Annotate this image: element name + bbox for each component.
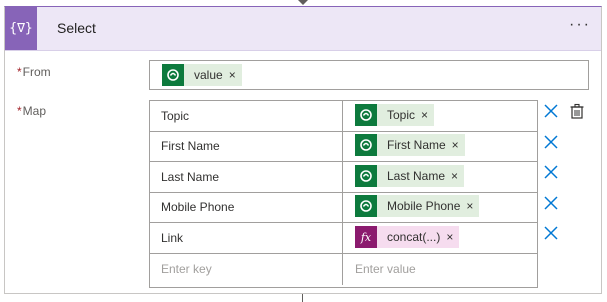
- map-value-field[interactable]: Topic ×: [343, 101, 537, 131]
- map-label: *Map: [17, 104, 46, 118]
- token-label: Last Name: [387, 169, 446, 183]
- from-input[interactable]: value ×: [149, 60, 589, 90]
- remove-token-icon[interactable]: ×: [466, 199, 473, 213]
- dataverse-icon: [355, 195, 377, 217]
- token-label: Topic: [387, 108, 416, 122]
- delete-row-icon[interactable]: [543, 134, 559, 150]
- map-row: Topic Topic ×: [150, 101, 537, 132]
- delete-row-icon[interactable]: [543, 164, 559, 180]
- remove-token-icon[interactable]: ×: [421, 108, 428, 122]
- more-options-icon[interactable]: ···: [569, 16, 591, 34]
- map-value-field[interactable]: Last Name ×: [343, 162, 537, 192]
- connector-line-bottom: [302, 294, 303, 302]
- dataverse-icon: [355, 165, 377, 187]
- map-key-field[interactable]: Topic: [150, 101, 343, 131]
- expression-token[interactable]: fx concat(...) ×: [355, 226, 460, 248]
- connector-arrow-top: [298, 0, 308, 5]
- value-token[interactable]: First Name ×: [355, 134, 465, 156]
- delete-row-icon[interactable]: [543, 195, 559, 211]
- value-token[interactable]: Last Name ×: [355, 165, 465, 187]
- remove-token-icon[interactable]: ×: [446, 230, 453, 244]
- map-value-field[interactable]: fx concat(...) ×: [343, 223, 537, 253]
- required-marker: *: [17, 65, 22, 79]
- map-row: First Name First Name ×: [150, 131, 537, 162]
- action-title: Select: [57, 20, 96, 36]
- from-label-text: From: [22, 65, 51, 79]
- dataverse-icon: [355, 104, 377, 126]
- map-label-text: Map: [22, 104, 47, 118]
- remove-token-icon[interactable]: ×: [229, 68, 236, 82]
- map-row: Last Name Last Name ×: [150, 162, 537, 193]
- expression-fx-icon: fx: [355, 226, 377, 248]
- token-label: Mobile Phone: [387, 199, 461, 213]
- dataverse-icon: [162, 64, 184, 86]
- map-table: Topic Topic × First Name First Name × La…: [149, 100, 538, 288]
- new-value-input[interactable]: Enter value: [343, 254, 537, 285]
- remove-token-icon[interactable]: ×: [452, 138, 459, 152]
- token-label: First Name: [387, 138, 446, 152]
- switch-to-text-mode-icon[interactable]: [569, 103, 585, 119]
- action-header[interactable]: {∇} Select ···: [5, 7, 601, 51]
- token-label: concat(...): [387, 230, 441, 244]
- select-braces-icon: {∇}: [5, 7, 37, 50]
- from-label: *From: [17, 65, 51, 79]
- map-key-field[interactable]: Mobile Phone: [150, 192, 343, 222]
- map-value-field[interactable]: Mobile Phone ×: [343, 192, 537, 222]
- delete-row-icon[interactable]: [543, 225, 559, 241]
- remove-token-icon[interactable]: ×: [451, 169, 458, 183]
- map-row: Mobile Phone Mobile Phone ×: [150, 192, 537, 223]
- new-key-input[interactable]: Enter key: [150, 254, 343, 285]
- map-value-field[interactable]: First Name ×: [343, 131, 537, 161]
- map-key-field[interactable]: First Name: [150, 131, 343, 161]
- required-marker: *: [17, 104, 22, 118]
- token-label: value: [194, 68, 223, 82]
- delete-row-icon[interactable]: [543, 103, 559, 119]
- value-token[interactable]: Topic ×: [355, 104, 435, 126]
- dataverse-icon: [355, 134, 377, 156]
- value-token[interactable]: Mobile Phone ×: [355, 195, 480, 217]
- map-row-new: Enter key Enter value: [150, 254, 537, 285]
- map-key-field[interactable]: Link: [150, 223, 343, 253]
- map-key-field[interactable]: Last Name: [150, 162, 343, 192]
- select-action-card: {∇} Select ··· *From value × *Map Topic: [4, 6, 602, 294]
- from-token-value[interactable]: value ×: [162, 64, 242, 86]
- map-row: Link fx concat(...) ×: [150, 223, 537, 254]
